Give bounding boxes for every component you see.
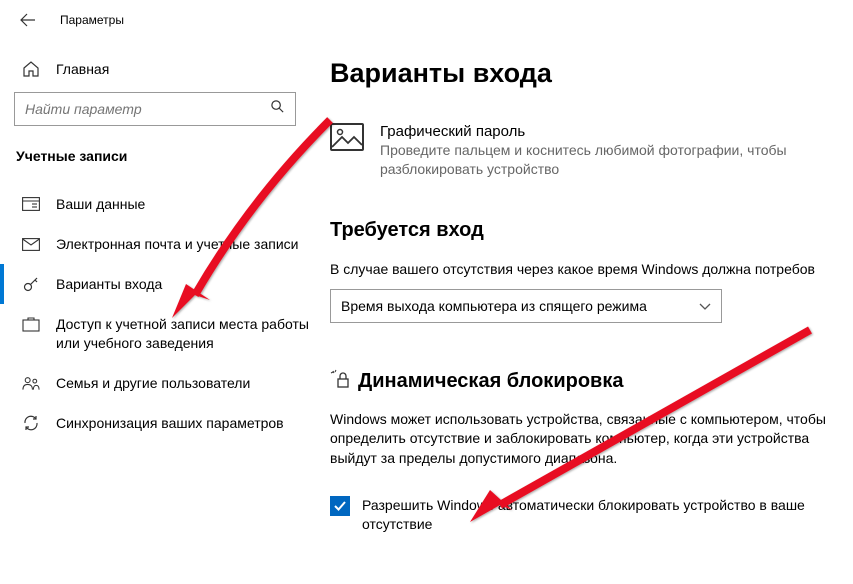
sidebar-item-your-info[interactable]: Ваши данные	[0, 184, 330, 224]
search-box[interactable]	[14, 92, 296, 126]
app-title: Параметры	[60, 13, 124, 27]
people-icon	[22, 373, 40, 393]
select-value: Время выхода компьютера из спящего режим…	[341, 298, 699, 314]
dynamic-lock-checkbox-label: Разрешить Windows автоматически блокиров…	[362, 496, 812, 534]
page-heading: Варианты входа	[330, 58, 853, 89]
home-icon	[22, 60, 40, 78]
sidebar-item-signin-options[interactable]: Варианты входа	[0, 264, 330, 304]
sidebar-item-sync[interactable]: Синхронизация ваших параметров	[0, 403, 330, 443]
option-title: Графический пароль	[380, 123, 853, 140]
main-content: Варианты входа Графический пароль Провед…	[330, 40, 853, 584]
option-subtitle: Проведите пальцем и коснитесь любимой фо…	[380, 141, 853, 179]
sidebar: Главная Учетные записи Ваши данные Элект…	[0, 40, 330, 584]
picture-password-option[interactable]: Графический пароль Проведите пальцем и к…	[330, 123, 853, 179]
dynamic-lock-desc: Windows может использовать устройства, с…	[330, 410, 830, 469]
sidebar-item-label: Синхронизация ваших параметров	[56, 413, 316, 433]
search-icon	[270, 99, 285, 119]
sidebar-item-label: Семья и другие пользователи	[56, 373, 316, 393]
briefcase-icon	[22, 314, 40, 334]
key-icon	[22, 274, 40, 294]
search-input[interactable]	[25, 101, 270, 117]
sidebar-item-label: Электронная почта и учетные записи	[56, 234, 316, 254]
category-heading: Учетные записи	[0, 136, 330, 184]
chevron-down-icon	[699, 298, 711, 314]
sidebar-item-label: Варианты входа	[56, 274, 316, 294]
sidebar-item-label: Доступ к учетной записи места работы или…	[56, 314, 316, 353]
lock-sparkle-icon	[330, 369, 350, 394]
sidebar-item-label: Ваши данные	[56, 194, 316, 214]
sidebar-item-work-access[interactable]: Доступ к учетной записи места работы или…	[0, 304, 330, 363]
sidebar-item-family[interactable]: Семья и другие пользователи	[0, 363, 330, 403]
check-icon	[333, 499, 347, 513]
sync-icon	[22, 413, 40, 433]
sidebar-item-email[interactable]: Электронная почта и учетные записи	[0, 224, 330, 264]
picture-icon	[330, 123, 364, 151]
home-nav[interactable]: Главная	[0, 52, 330, 88]
home-label: Главная	[56, 61, 109, 77]
require-signin-select[interactable]: Время выхода компьютера из спящего режим…	[330, 289, 722, 323]
require-signin-heading: Требуется вход	[330, 219, 853, 242]
require-signin-desc: В случае вашего отсутствия через какое в…	[330, 260, 853, 279]
back-button[interactable]	[14, 12, 42, 28]
dynamic-lock-heading: Динамическая блокировка	[330, 369, 623, 394]
dynamic-lock-checkbox[interactable]	[330, 496, 350, 516]
card-icon	[22, 194, 40, 214]
mail-icon	[22, 234, 40, 254]
back-arrow-icon	[20, 12, 36, 28]
